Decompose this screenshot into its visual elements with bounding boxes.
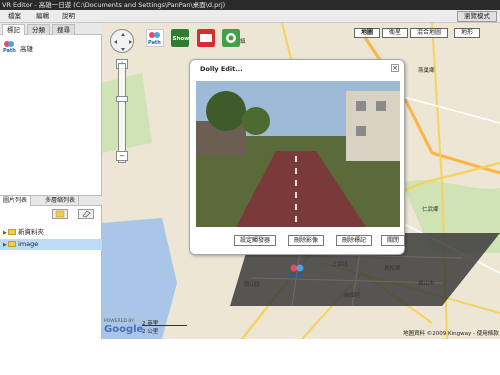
zoom-slider-handle[interactable] — [116, 96, 128, 102]
svg-text:Path: Path — [148, 40, 161, 46]
tab-categories[interactable]: 分類 — [27, 24, 50, 35]
show-plugin-icon[interactable]: Show — [171, 29, 189, 47]
map-label-qianzhen: 前鎮區 — [344, 293, 361, 299]
pan-control[interactable] — [110, 29, 134, 53]
tab-search[interactable]: 搜尋 — [52, 24, 75, 35]
map-footer: POWERED BY Google 2 英里 2 公里 地圖資料 ©2009 K… — [0, 319, 500, 375]
street-photo — [196, 81, 400, 227]
popup-title: Dolly Edit... — [200, 65, 243, 73]
scale-km: 2 公里 — [142, 329, 159, 335]
tab-bookmarks[interactable]: 標記 — [2, 24, 25, 35]
svg-text:Show: Show — [173, 36, 190, 42]
tab-image-list[interactable]: 圖片列表 — [0, 196, 32, 206]
left-panel: 標記 分類 搜尋 Path 高雄 圖片列表 多層縮列表 ▶ 新資料夾 ▶ image — [0, 23, 102, 362]
bookmark-label: 高雄 — [20, 45, 33, 53]
browse-mode-button[interactable]: 瀏覽模式 — [457, 11, 497, 22]
menu-edit[interactable]: 編輯 — [36, 12, 49, 21]
delete-image-button[interactable]: 刪除影像 — [288, 235, 325, 246]
eraser-icon — [82, 210, 91, 218]
zoom-out-button[interactable]: − — [116, 151, 128, 161]
map-type-terrain[interactable]: 地形 — [454, 28, 481, 38]
open-folder-button[interactable] — [52, 209, 68, 219]
menu-file[interactable]: 檔案 — [8, 12, 21, 21]
folder-icon — [8, 229, 16, 235]
menu-help[interactable]: 說明 — [62, 12, 75, 21]
delete-button[interactable] — [78, 209, 94, 219]
tree-item-image[interactable]: ▶ image — [0, 239, 102, 250]
left-tabs: 標記 分類 搜尋 — [0, 23, 102, 35]
map-label-niaosong: 鳥松鄉 — [384, 266, 401, 272]
tree-item-label: image — [18, 240, 39, 248]
folder-open-icon — [55, 210, 65, 218]
map-attribution[interactable]: 地圖資料 ©2009 Kingway - 使用條款 — [403, 329, 499, 337]
zoom-slider[interactable] — [118, 63, 126, 163]
map-view[interactable]: 岡山鎮 燕巢鄉 鼓山區 三民區 鳥松鄉 鳳山市 前鎮區 仁武鄉 Path Sho… — [102, 23, 500, 339]
path-plugin-icon[interactable]: Path — [146, 29, 164, 47]
set-trigger-button[interactable]: 設定觸發器 — [234, 235, 277, 246]
tab-multi-layer-list[interactable]: 多層縮列表 — [42, 196, 80, 206]
map-label-gushan: 鼓山區 — [244, 282, 261, 288]
pan-arrows-icon — [114, 33, 132, 51]
delete-marker-button[interactable]: 刪除標記 — [336, 235, 373, 246]
map-label-renwu: 仁武鄉 — [422, 207, 439, 213]
map-label-sanmin: 三民區 — [332, 262, 349, 268]
svg-text:Path: Path — [3, 48, 16, 54]
dolly-edit-popup: Dolly Edit... × 設定觸發器 刪除影像 刪除標記 關閉 — [189, 59, 406, 255]
close-button[interactable]: 關閉 — [381, 235, 406, 246]
path-logo-icon: Path — [3, 41, 16, 54]
map-type-map[interactable]: 地圖 — [354, 28, 381, 38]
map-label-fongshan: 鳳山市 — [418, 281, 435, 287]
svg-text:Path: Path — [290, 273, 303, 279]
bookmark-item[interactable]: Path 高雄 — [2, 40, 33, 56]
tree-item-new-folder[interactable]: ▶ 新資料夾 — [0, 227, 102, 238]
menu-bar: 檔案 編輯 說明 瀏覽模式 — [0, 10, 500, 23]
map-label-yanchao: 燕巢鄉 — [418, 68, 435, 74]
map-type-hybrid[interactable]: 混合地圖 — [410, 28, 449, 38]
folder-icon — [8, 241, 16, 247]
window-title: VR Editor - 高雄一日遊 (C:\Documents and Sett… — [0, 0, 500, 10]
image-list-tabs: 圖片列表 多層縮列表 — [0, 195, 102, 206]
tree-item-label: 新資料夾 — [18, 228, 44, 236]
audio-plugin-icon[interactable] — [222, 29, 240, 47]
map-type-satellite[interactable]: 衛星 — [382, 28, 409, 38]
photo-plugin-icon[interactable] — [197, 29, 215, 47]
scale-bar — [142, 325, 187, 326]
map-marker-icon[interactable]: Path — [289, 263, 305, 279]
close-icon[interactable]: × — [391, 64, 399, 72]
google-logo: Google — [104, 324, 144, 335]
